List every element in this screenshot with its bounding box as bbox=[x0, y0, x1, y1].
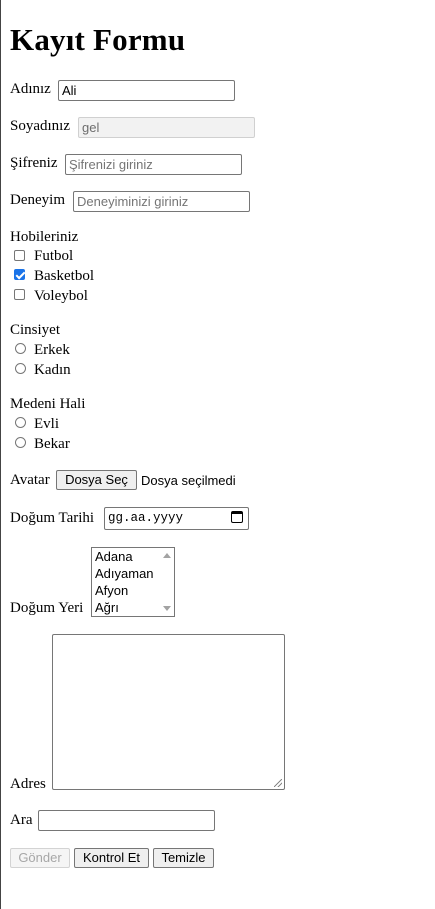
dogum-tarihi-label: Doğum Tarihi bbox=[10, 510, 95, 526]
select-option[interactable]: Afyon bbox=[95, 582, 128, 599]
basketbol-checkbox[interactable] bbox=[14, 269, 25, 280]
ara-input[interactable] bbox=[38, 810, 215, 831]
dogum-yeri-select[interactable]: Adana Adıyaman Afyon Ağrı bbox=[91, 547, 175, 617]
deneyim-input[interactable]: Deneyiminizi giriniz bbox=[73, 191, 250, 212]
bekar-radio[interactable] bbox=[15, 437, 26, 448]
file-status: Dosya seçilmedi bbox=[141, 473, 236, 488]
kadin-radio[interactable] bbox=[15, 363, 26, 374]
evli-radio[interactable] bbox=[15, 417, 26, 428]
futbol-label: Futbol bbox=[34, 248, 74, 264]
medeni-label: Medeni Hali bbox=[10, 396, 86, 412]
dogum-yeri-label: Doğum Yeri bbox=[10, 600, 84, 616]
calendar-icon[interactable] bbox=[231, 511, 243, 523]
resize-grip-icon[interactable] bbox=[274, 779, 282, 787]
futbol-checkbox[interactable] bbox=[14, 250, 25, 261]
voleybol-checkbox[interactable] bbox=[14, 289, 25, 300]
scrollbar[interactable] bbox=[160, 548, 174, 616]
cinsiyet-label: Cinsiyet bbox=[10, 322, 61, 338]
bekar-label: Bekar bbox=[34, 436, 70, 452]
adres-label: Adres bbox=[10, 776, 46, 792]
dogum-tarihi-input[interactable]: gg.aa.yyyy bbox=[104, 507, 249, 530]
adres-textarea[interactable] bbox=[52, 634, 285, 790]
page-title: Kayıt Formu bbox=[10, 22, 186, 57]
scroll-up-icon[interactable] bbox=[163, 553, 171, 558]
soyad-input: gel bbox=[78, 117, 255, 138]
gonder-button: Gönder bbox=[10, 848, 70, 868]
kontrol-et-button[interactable]: Kontrol Et bbox=[74, 848, 149, 868]
select-option[interactable]: Ağrı bbox=[95, 599, 119, 616]
basketbol-label: Basketbol bbox=[34, 268, 94, 284]
temizle-button[interactable]: Temizle bbox=[153, 848, 214, 868]
hobiler-label: Hobileriniz bbox=[10, 229, 79, 245]
sifre-label: Şifreniz bbox=[10, 155, 58, 171]
ad-input[interactable]: Ali bbox=[58, 80, 235, 101]
voleybol-label: Voleybol bbox=[34, 288, 88, 304]
deneyim-label: Deneyim bbox=[10, 192, 65, 208]
soyad-label: Soyadınız bbox=[10, 118, 70, 134]
erkek-radio[interactable] bbox=[15, 343, 26, 354]
erkek-label: Erkek bbox=[34, 342, 70, 358]
evli-label: Evli bbox=[34, 416, 59, 432]
select-option[interactable]: Adana bbox=[95, 548, 133, 565]
select-option[interactable]: Adıyaman bbox=[95, 565, 154, 582]
avatar-label: Avatar bbox=[10, 472, 50, 488]
kadin-label: Kadın bbox=[34, 362, 71, 378]
file-choose-button[interactable]: Dosya Seç bbox=[56, 470, 137, 490]
date-placeholder: gg.aa.yyyy bbox=[108, 511, 184, 525]
scroll-down-icon[interactable] bbox=[163, 606, 171, 611]
ad-label: Adınız bbox=[10, 81, 51, 97]
ara-label: Ara bbox=[10, 812, 33, 828]
sifre-input[interactable]: Şifrenizi giriniz bbox=[65, 154, 242, 175]
